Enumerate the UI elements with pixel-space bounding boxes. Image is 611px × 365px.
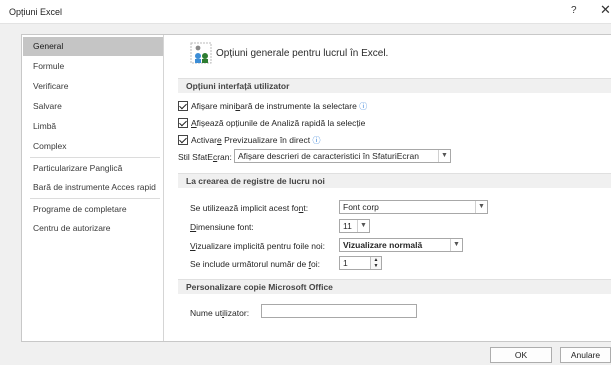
default-view-label: Vizualizare implicită pentru foile noi: <box>190 241 325 251</box>
sidebar-item-limba[interactable]: Limbă <box>23 117 163 136</box>
sidebar-item-addins[interactable]: Programe de completare <box>23 200 163 219</box>
chevron-down-icon: ▼ <box>450 239 462 251</box>
screentip-select[interactable]: Afișare descrieri de caracteristici în S… <box>234 149 451 163</box>
username-label: Nume utilizator: <box>190 308 250 318</box>
help-button[interactable]: ? <box>571 5 577 16</box>
sheets-count-stepper[interactable]: 1 ▲ ▼ <box>339 256 382 270</box>
chevron-down-icon: ▼ <box>438 150 450 162</box>
cancel-button[interactable]: Anulare <box>560 347 611 363</box>
section-new-workbook: La crearea de registre de lucru noi <box>178 173 611 188</box>
close-button[interactable]: ✕ <box>600 3 611 16</box>
sidebar-item-complex[interactable]: Complex <box>23 137 163 156</box>
screentip-label: Stil SfatEcran: <box>178 152 232 162</box>
sidebar-item-trust-center[interactable]: Centru de autorizare <box>23 219 163 238</box>
sidebar-item-salvare[interactable]: Salvare <box>23 97 163 116</box>
default-view-value: Vizualizare normală <box>343 240 423 250</box>
sidebar-divider <box>30 198 160 199</box>
mini-toolbar-label: Afișare minibară de instrumente la selec… <box>191 101 368 111</box>
sheets-count-value: 1 <box>343 258 348 268</box>
section-ui-options: Opțiuni interfață utilizator <box>178 78 611 93</box>
sidebar-item-formule[interactable]: Formule <box>23 57 163 76</box>
live-preview-checkbox[interactable] <box>178 135 188 145</box>
ok-button[interactable]: OK <box>490 347 552 363</box>
sidebar-item-general[interactable]: General <box>23 37 163 56</box>
font-value: Font corp <box>343 202 379 212</box>
chevron-down-icon: ▼ <box>475 201 487 213</box>
username-input[interactable] <box>261 304 417 318</box>
quick-analysis-label: Afișează opțiunile de Analiză rapidă la … <box>191 118 366 128</box>
font-label: Se utilizează implicit acest font: <box>190 203 309 213</box>
live-preview-label: Activare Previzualizare în direct ⓘ <box>191 135 321 145</box>
options-gear-people-icon <box>190 42 212 64</box>
sidebar-item-quick-access[interactable]: Bară de instrumente Acces rapid <box>23 178 163 197</box>
title-bar: Opțiuni Excel ? ✕ <box>0 0 611 24</box>
default-view-select[interactable]: Vizualizare normală ▼ <box>339 238 463 252</box>
info-icon[interactable]: ⓘ <box>359 102 367 111</box>
mini-toolbar-checkbox[interactable] <box>178 101 188 111</box>
font-select[interactable]: Font corp ▼ <box>339 200 488 214</box>
chevron-down-icon: ▼ <box>357 220 369 232</box>
sidebar-divider <box>30 157 160 158</box>
screentip-value: Afișare descrieri de caracteristici în S… <box>238 151 419 161</box>
quick-analysis-checkbox[interactable] <box>178 118 188 128</box>
font-size-select[interactable]: 11 ▼ <box>339 219 370 233</box>
window-title: Opțiuni Excel <box>9 7 63 17</box>
sidebar: General Formule Verificare Salvare Limbă… <box>22 35 164 341</box>
font-size-value: 11 <box>343 221 352 231</box>
sheets-count-label: Se include următorul număr de foi: <box>190 259 320 269</box>
section-personalize: Personalizare copie Microsoft Office <box>178 279 611 294</box>
spin-arrows-icon[interactable]: ▲ ▼ <box>370 257 381 269</box>
font-size-label: Dimensiune font: <box>190 222 254 232</box>
page-title: Opțiuni generale pentru lucrul în Excel. <box>216 48 389 59</box>
sidebar-item-verificare[interactable]: Verificare <box>23 77 163 96</box>
info-icon[interactable]: ⓘ <box>312 136 320 145</box>
sidebar-item-ribbon[interactable]: Particularizare Panglică <box>23 159 163 178</box>
